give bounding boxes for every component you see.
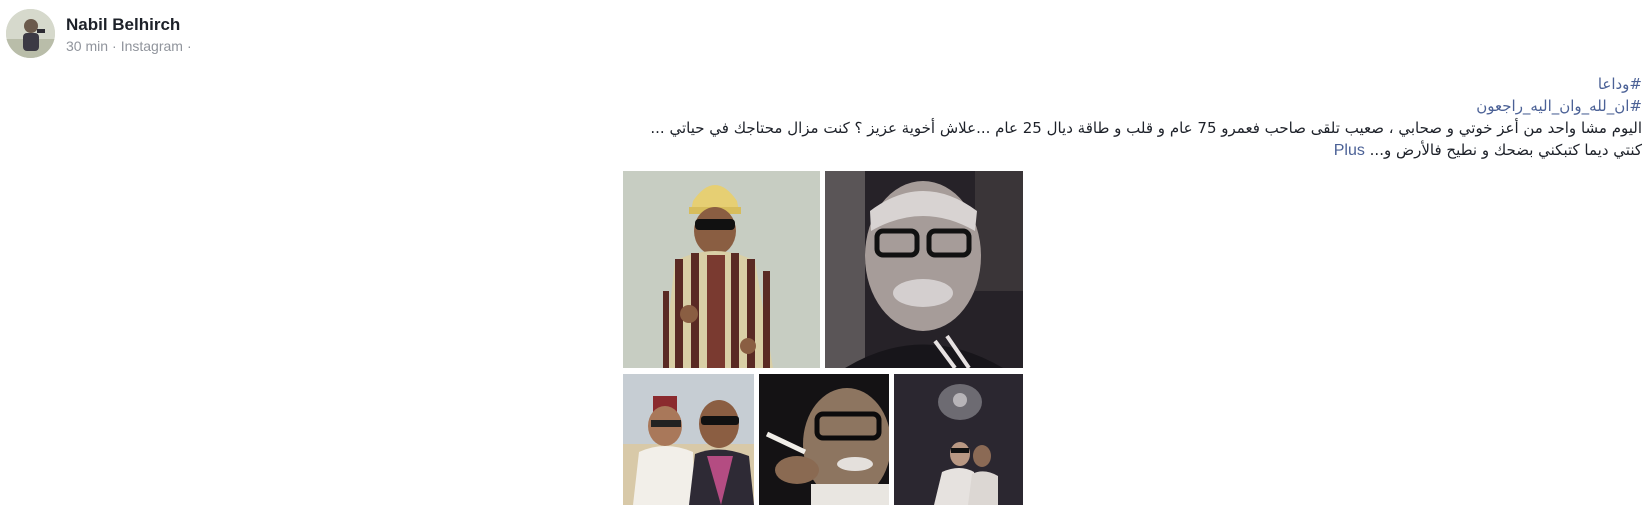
post-body-line1: اليوم مشا واحد من أعز خوتي و صحابي ، صعي… [650,119,1642,137]
photo-man-glasses-closeup-bw[interactable] [825,171,1023,368]
photo-two-men-dark-background[interactable] [894,374,1023,505]
author-avatar[interactable] [6,9,55,58]
photo-man-smoking-cigarette[interactable] [759,374,889,505]
post-meta: 30 min · Instagram · [66,37,196,55]
photo-two-men-fez-sunglasses[interactable] [623,374,754,505]
see-more-link[interactable]: Plus [1334,142,1365,159]
post-time[interactable]: 30 min [66,38,108,54]
post-text: #وداعا #ان_لله_وان_اليه_راجعون اليوم مشا… [642,73,1642,162]
photo-man-striped-djellaba-yellow-hat[interactable] [623,171,820,368]
hashtag-inna-lillah[interactable]: #ان_لله_وان_اليه_راجعون [1476,97,1642,115]
meta-separator-2: · [186,38,192,54]
post-source[interactable]: Instagram [121,38,183,54]
author-name[interactable]: Nabil Belhirch [66,15,196,35]
meta-separator: · [112,38,117,54]
post-header: Nabil Belhirch 30 min · Instagram · [6,9,196,58]
author-block: Nabil Belhirch 30 min · Instagram · [66,15,196,55]
post-body-line2: كنتي ديما كتبكني بضحك و نطيح فالأرض و... [1369,141,1642,159]
hashtag-wadaan[interactable]: #وداعا [1598,75,1642,93]
